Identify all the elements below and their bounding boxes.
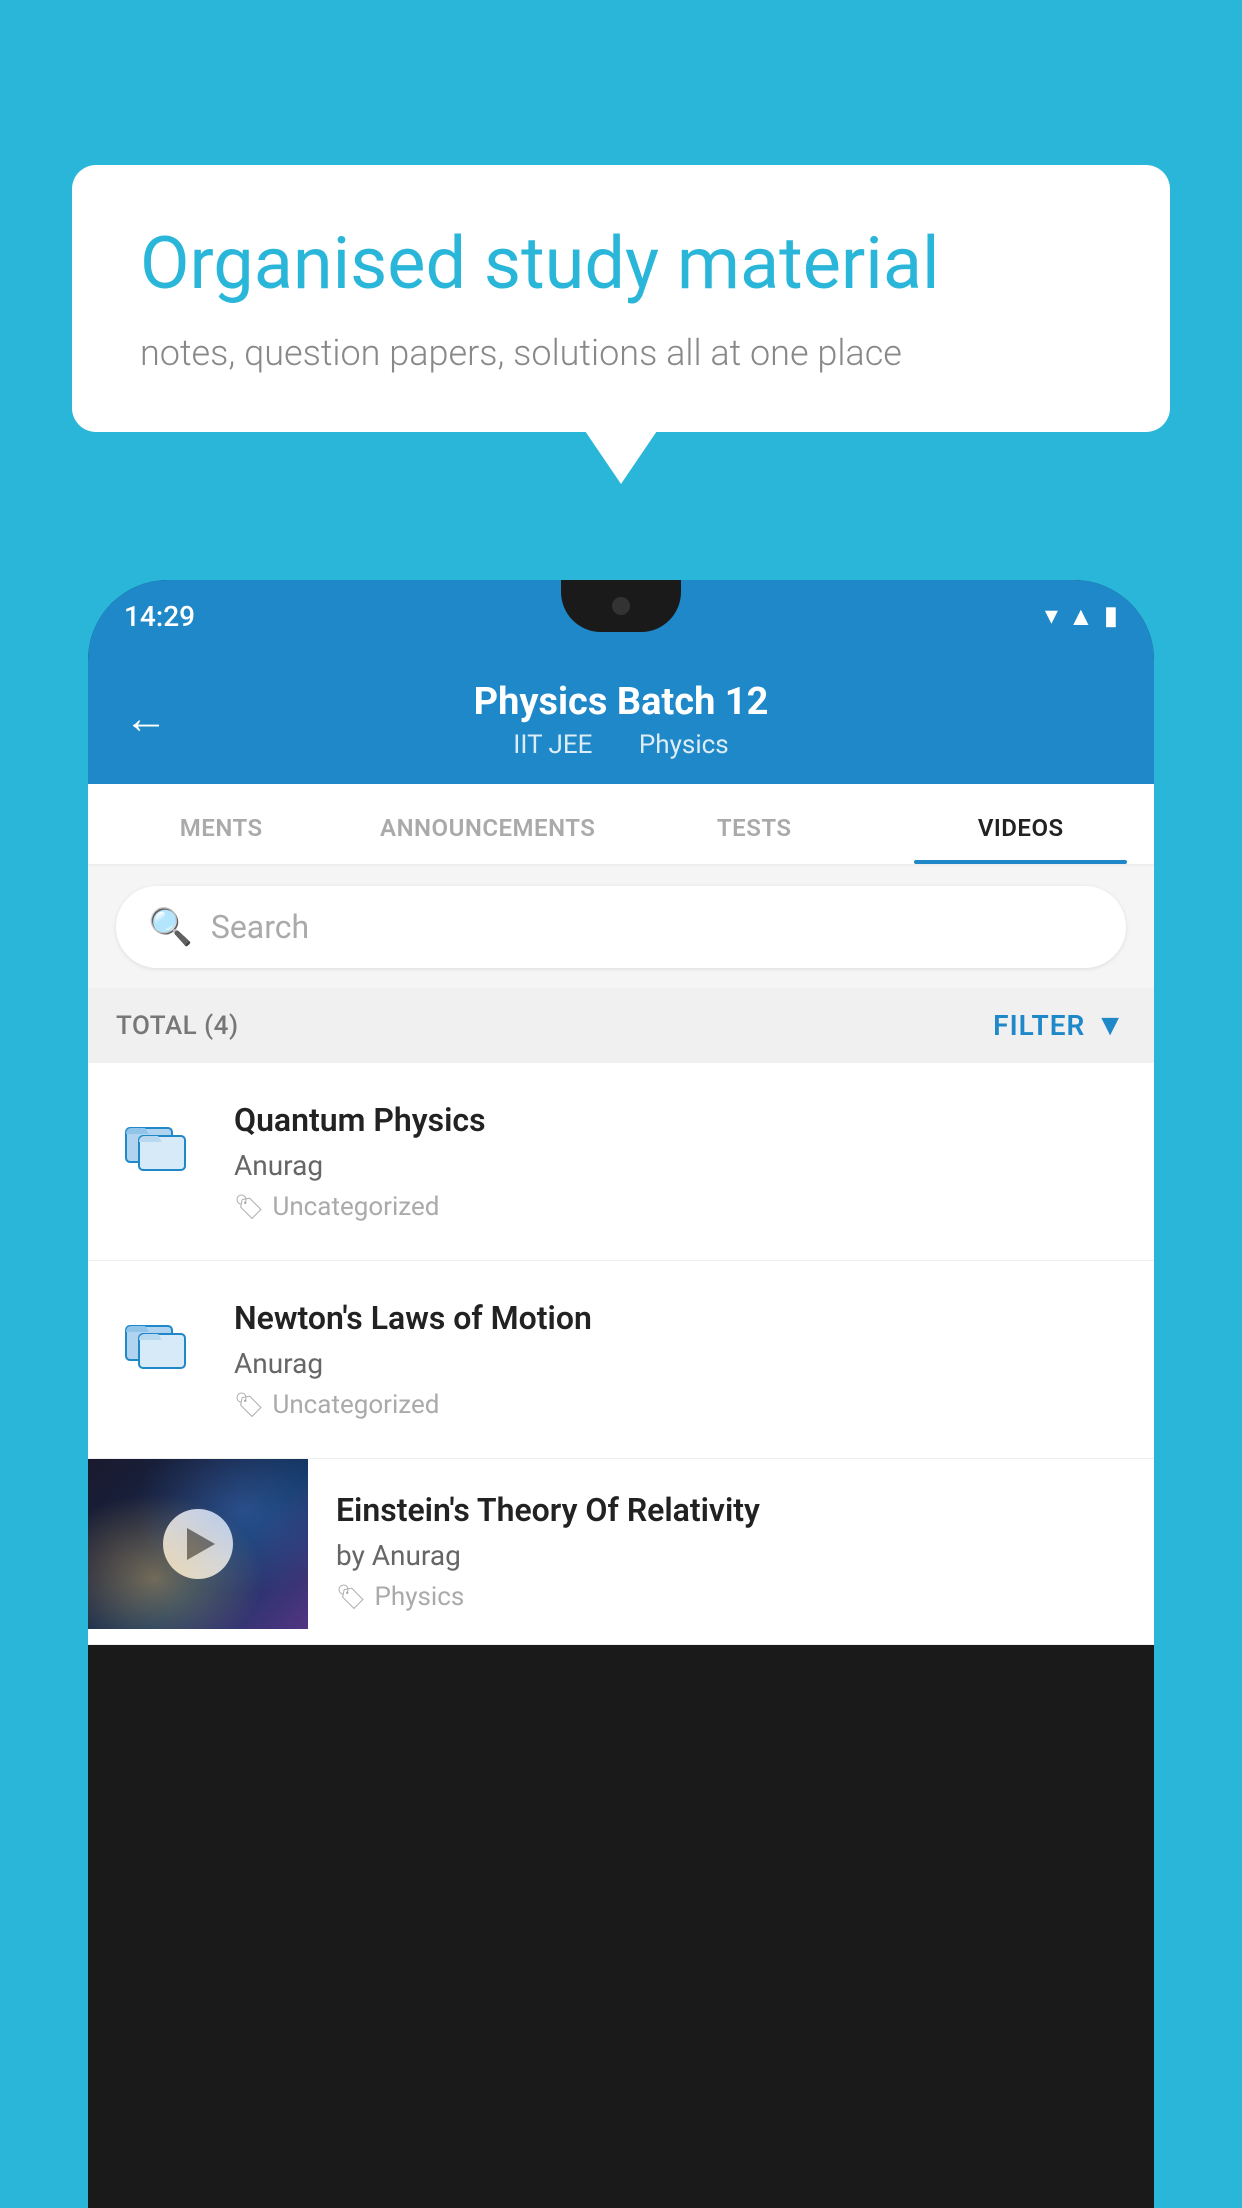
filter-button[interactable]: FILTER ▼ [993, 1008, 1126, 1043]
tag-label: Uncategorized [272, 1192, 439, 1222]
tabs-bar: MENTS ANNOUNCEMENTS TESTS VIDEOS [88, 784, 1154, 866]
tag-icon: 🏷 [234, 1193, 264, 1221]
battery-icon: ▮ [1104, 601, 1118, 631]
search-container: 🔍 Search [88, 866, 1154, 988]
video-title: Einstein's Theory Of Relativity [336, 1491, 1126, 1529]
video-author: Anurag [234, 1149, 1126, 1182]
tag-label: Uncategorized [272, 1390, 439, 1420]
signal-icon: ▲ [1068, 601, 1094, 632]
tab-tests[interactable]: TESTS [621, 784, 888, 864]
status-time: 14:29 [124, 600, 195, 633]
tab-videos[interactable]: VIDEOS [888, 784, 1155, 864]
tab-announcements[interactable]: ANNOUNCEMENTS [355, 784, 622, 864]
video-title: Newton's Laws of Motion [234, 1299, 1126, 1337]
video-info: Einstein's Theory Of Relativity by Anura… [308, 1459, 1154, 1644]
video-info: Quantum Physics Anurag 🏷 Uncategorized [234, 1101, 1126, 1222]
video-author: by Anurag [336, 1539, 1126, 1572]
filter-bar: TOTAL (4) FILTER ▼ [88, 988, 1154, 1063]
search-icon: 🔍 [148, 906, 193, 948]
video-tag: 🏷 Uncategorized [234, 1390, 1126, 1420]
notch [561, 580, 681, 632]
camera [612, 597, 630, 615]
wifi-icon: ▾ [1045, 601, 1058, 631]
thumbnail-bg [88, 1459, 308, 1629]
video-author: Anurag [234, 1347, 1126, 1380]
status-bar: 14:29 ▾ ▲ ▮ [88, 580, 1154, 652]
header-subtitle-left: IIT JEE [513, 730, 592, 760]
video-tag: 🏷 Physics [336, 1582, 1126, 1612]
video-thumbnail [88, 1459, 308, 1629]
app-header: ← Physics Batch 12 IIT JEE Physics [88, 652, 1154, 784]
header-title: Physics Batch 12 [124, 680, 1118, 724]
speech-bubble-container: Organised study material notes, question… [72, 165, 1170, 432]
search-box[interactable]: 🔍 Search [116, 886, 1126, 968]
speech-bubble-heading: Organised study material [140, 223, 1102, 306]
status-icons: ▾ ▲ ▮ [1045, 601, 1118, 632]
folder-icon [116, 1101, 206, 1191]
header-subtitle: IIT JEE Physics [124, 730, 1118, 760]
tag-icon: 🏷 [234, 1391, 264, 1419]
search-placeholder: Search [211, 908, 309, 946]
video-tag: 🏷 Uncategorized [234, 1192, 1126, 1222]
filter-icon: ▼ [1095, 1008, 1126, 1043]
tab-ments[interactable]: MENTS [88, 784, 355, 864]
video-list: Quantum Physics Anurag 🏷 Uncategorized [88, 1063, 1154, 1645]
video-title: Quantum Physics [234, 1101, 1126, 1139]
header-subtitle-right: Physics [639, 730, 729, 760]
tag-icon: 🏷 [336, 1583, 366, 1611]
back-button[interactable]: ← [124, 692, 168, 744]
list-item[interactable]: Newton's Laws of Motion Anurag 🏷 Uncateg… [88, 1261, 1154, 1459]
total-count: TOTAL (4) [116, 1011, 239, 1041]
list-item[interactable]: Einstein's Theory Of Relativity by Anura… [88, 1459, 1154, 1645]
tag-label: Physics [374, 1582, 464, 1612]
folder-icon [116, 1299, 206, 1389]
filter-label: FILTER [993, 1009, 1085, 1042]
speech-bubble: Organised study material notes, question… [72, 165, 1170, 432]
video-info: Newton's Laws of Motion Anurag 🏷 Uncateg… [234, 1299, 1126, 1420]
phone-frame: 14:29 ▾ ▲ ▮ ← Physics Batch 12 IIT JEE P… [88, 580, 1154, 2208]
speech-bubble-subtext: notes, question papers, solutions all at… [140, 332, 1102, 374]
list-item[interactable]: Quantum Physics Anurag 🏷 Uncategorized [88, 1063, 1154, 1261]
